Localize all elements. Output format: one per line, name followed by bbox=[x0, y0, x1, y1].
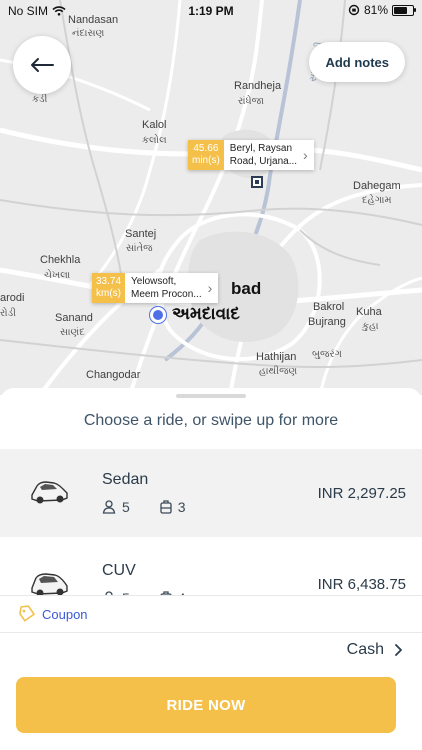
sheet-drag-handle[interactable] bbox=[176, 394, 246, 398]
battery-percent: 81% bbox=[363, 3, 388, 17]
back-button[interactable] bbox=[13, 36, 71, 94]
battery-fill bbox=[394, 6, 407, 14]
chevron-right-icon bbox=[395, 644, 402, 656]
luggage-count: 3 bbox=[177, 499, 186, 515]
map-label-hathijan-gu: હાથીજણ bbox=[259, 366, 298, 377]
map-label-kuha: Kuha bbox=[356, 306, 382, 318]
coupon-tag-icon bbox=[19, 605, 35, 622]
map-label-virodi: arodi bbox=[0, 292, 25, 304]
map-label-chekhla-gu: ચેખલા bbox=[44, 270, 71, 281]
pickup-address-line2: Meem Procon... bbox=[131, 289, 202, 300]
map-label-kadi-gu: કડી bbox=[32, 94, 48, 105]
pickup-address: Yelowsoft, Meem Procon... bbox=[125, 273, 208, 303]
dropoff-address-line1: Beryl, Raysan bbox=[229, 143, 293, 154]
sheet-title: Choose a ride, or swipe up for more bbox=[83, 412, 339, 429]
map-label-changodar: Changodar bbox=[86, 369, 141, 381]
coupon-row[interactable]: Coupon bbox=[0, 595, 422, 633]
map-label-ahmedabad-gu: અમદાવાદ bbox=[172, 304, 240, 323]
pickup-bubble[interactable]: 33.74 km(s) Yelowsoft, Meem Procon... › bbox=[92, 273, 219, 303]
map-label-bujrang: Bujrang bbox=[308, 316, 346, 328]
dropoff-bubble[interactable]: 45.66 min(s) Beryl, Raysan Road, Urjana.… bbox=[188, 140, 314, 170]
coupon-label: Coupon bbox=[42, 606, 88, 622]
dropoff-address-line2: Road, Urjana... bbox=[229, 156, 298, 167]
ride-now-button[interactable]: RIDE NOW bbox=[16, 677, 396, 733]
orientation-lock-icon bbox=[348, 4, 360, 16]
map-label-bakrol: Bakrol bbox=[313, 301, 345, 313]
person-icon bbox=[102, 500, 116, 514]
status-right: 81% bbox=[348, 3, 416, 17]
dropoff-eta: 45.66 min(s) bbox=[188, 140, 224, 170]
status-bar: No SIM 1:19 PM 81% bbox=[0, 0, 422, 22]
map-label-kuha-gu: કુહા bbox=[362, 321, 379, 332]
arrow-left-icon bbox=[31, 58, 54, 72]
ride-option-sedan[interactable]: Sedan 5 3 INR 2,297.25 bbox=[0, 449, 422, 537]
battery-icon bbox=[392, 4, 416, 16]
map-label-chekhla: Chekhla bbox=[40, 254, 81, 266]
ride-price: INR 2,297.25 bbox=[317, 485, 406, 502]
map-label-sanand-gu: સાણંદ bbox=[60, 327, 85, 338]
ride-name: CUV bbox=[102, 562, 136, 579]
map-label-randheja-gu: રાંધેજા bbox=[238, 96, 264, 107]
ride-capacity: 5 3 bbox=[102, 499, 186, 515]
map-label-kalol-gu: કલોલ bbox=[142, 135, 167, 146]
ride-price: INR 6,438.75 bbox=[317, 576, 406, 593]
chevron-right-icon: › bbox=[303, 147, 308, 163]
pickup-eta-value: 33.74 bbox=[96, 275, 122, 287]
map-label-dahegam: Dahegam bbox=[353, 180, 401, 192]
map-label-santej: Santej bbox=[125, 228, 157, 240]
pickup-address-line1: Yelowsoft, bbox=[131, 276, 177, 287]
map-label-hathijan: Hathijan bbox=[256, 351, 297, 363]
passenger-count: 5 bbox=[122, 499, 130, 515]
map-label-nandasan-gu: નંદાસણ bbox=[72, 28, 105, 39]
pickup-eta-unit: km(s) bbox=[96, 288, 122, 299]
map-label-randheja: Randheja bbox=[234, 80, 282, 92]
sedan-car-icon bbox=[31, 481, 68, 504]
ride-name: Sedan bbox=[102, 471, 149, 488]
cuv-car-icon bbox=[31, 573, 68, 597]
map-label-ahmedabad: bad bbox=[231, 279, 262, 298]
map-label-bujrang-gu: બુજરંગ bbox=[312, 349, 342, 360]
map-label-sanand: Sanand bbox=[55, 312, 93, 324]
map-label-kalol: Kalol bbox=[142, 119, 167, 131]
dropoff-eta-unit: min(s) bbox=[192, 155, 220, 166]
add-notes-button[interactable]: Add notes bbox=[309, 42, 405, 82]
chevron-right-icon: › bbox=[207, 280, 213, 296]
dropoff-pin-icon bbox=[251, 176, 263, 188]
map-label-virodi-gu: રોડી bbox=[0, 308, 17, 319]
map-label-dahegam-gu: દહેગામ bbox=[362, 195, 392, 206]
luggage-icon bbox=[160, 499, 172, 514]
pickup-pin-icon bbox=[150, 307, 166, 323]
pickup-eta: 33.74 km(s) bbox=[92, 273, 126, 303]
payment-method-selector[interactable]: Cash bbox=[347, 641, 402, 659]
dropoff-address: Beryl, Raysan Road, Urjana... bbox=[224, 140, 303, 170]
dropoff-eta-value: 45.66 bbox=[193, 142, 219, 154]
map-label-santej-gu: સાંતેજ bbox=[126, 243, 153, 254]
payment-method-label: Cash bbox=[346, 641, 384, 658]
